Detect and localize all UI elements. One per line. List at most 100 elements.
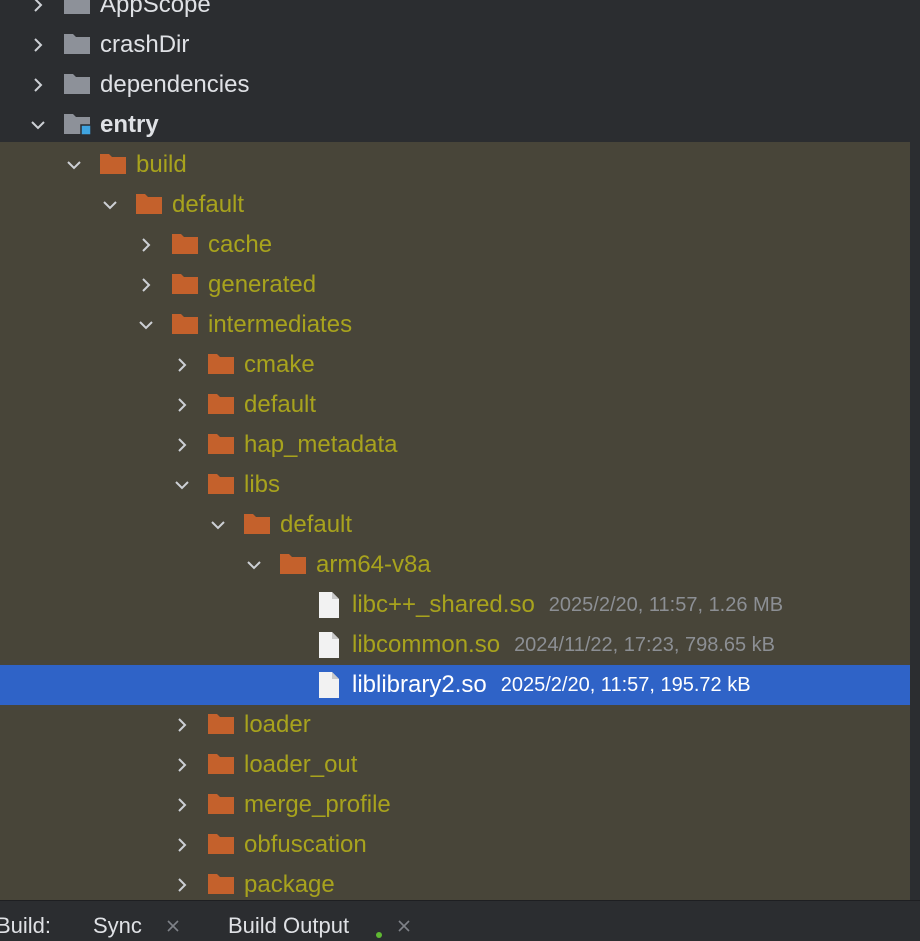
tree-item-label: crashDir: [100, 31, 190, 58]
chevron-down-icon[interactable]: [246, 557, 262, 573]
folder-icon: [207, 832, 235, 856]
folder-icon: [207, 392, 235, 416]
tree-item-folder[interactable]: hap_metadata: [0, 425, 910, 465]
folder-icon: [63, 0, 91, 16]
chevron-down-icon[interactable]: [174, 477, 190, 493]
build-status-dot: [376, 932, 382, 938]
tree-item-folder[interactable]: arm64-v8a: [0, 545, 910, 585]
file-icon: [318, 591, 340, 619]
tree-item-label: loader_out: [244, 751, 358, 778]
tree-item-label: cmake: [244, 351, 315, 378]
folder-icon: [207, 352, 235, 376]
tree-item-folder[interactable]: AppScope: [0, 0, 910, 25]
tree-item-folder[interactable]: obfuscation: [0, 825, 910, 865]
chevron-down-icon[interactable]: [102, 197, 118, 213]
file-meta: 2025/2/20, 11:57, 195.72 kB: [500, 674, 751, 696]
chevron-right-icon[interactable]: [174, 797, 190, 813]
tree-item-folder[interactable]: cmake: [0, 345, 910, 385]
build-label: Build:: [0, 913, 52, 938]
tree-item-label: default: [244, 391, 317, 418]
tree-item-label: build: [136, 151, 187, 178]
tree-item-folder[interactable]: package: [0, 865, 910, 900]
chevron-down-icon[interactable]: [210, 517, 226, 533]
tree-item-file[interactable]: libc++_shared.so 2025/2/20, 11:57, 1.26 M…: [0, 585, 910, 625]
folder-icon: [63, 32, 91, 56]
tree-item-label: libs: [244, 471, 281, 498]
tree-item-label: merge_profile: [244, 791, 391, 818]
file-meta: 2025/2/20, 11:57, 1.26 MB: [548, 594, 784, 616]
folder-icon: [171, 312, 199, 336]
folder-icon: [207, 472, 235, 496]
tree-item-label: arm64-v8a: [316, 551, 431, 578]
tree-item-folder[interactable]: build: [0, 145, 910, 185]
tree-item-folder[interactable]: crashDir: [0, 25, 910, 65]
tree-item-label: generated: [208, 271, 317, 298]
tree-item-label: entry: [100, 111, 159, 138]
tab-sync[interactable]: Sync: [93, 911, 142, 941]
chevron-right-icon[interactable]: [174, 837, 190, 853]
tree-item-folder[interactable]: merge_profile: [0, 785, 910, 825]
chevron-right-icon[interactable]: [138, 237, 154, 253]
tree-item-label: libc++_shared.so: [352, 591, 535, 618]
folder-icon: [207, 872, 235, 896]
folder-icon: [207, 792, 235, 816]
close-icon[interactable]: [397, 919, 411, 933]
tree-item-folder[interactable]: dependencies: [0, 65, 910, 105]
chevron-right-icon[interactable]: [174, 437, 190, 453]
chevron-right-icon[interactable]: [30, 77, 46, 93]
tree-item-label: default: [172, 191, 245, 218]
project-tree: AppScope crashDir dependencies entry build de…: [0, 0, 910, 900]
chevron-right-icon[interactable]: [174, 877, 190, 893]
folder-icon: [279, 552, 307, 576]
chevron-right-icon[interactable]: [138, 277, 154, 293]
module-folder-icon: [63, 112, 91, 136]
folder-icon: [207, 432, 235, 456]
tree-item-folder[interactable]: loader: [0, 705, 910, 745]
chevron-right-icon[interactable]: [174, 717, 190, 733]
tree-item-folder[interactable]: default: [0, 385, 910, 425]
tree-item-folder[interactable]: libs: [0, 465, 910, 505]
tree-item-folder[interactable]: cache: [0, 225, 910, 265]
chevron-right-icon[interactable]: [30, 37, 46, 53]
tree-item-label: liblibrary2.so: [352, 671, 487, 698]
chevron-right-icon[interactable]: [30, 0, 46, 13]
folder-icon: [135, 192, 163, 216]
tree-item-label: dependencies: [100, 71, 250, 98]
tree-item-label: libcommon.so: [352, 631, 501, 658]
tree-item-file[interactable]: libcommon.so 2024/11/22, 17:23, 798.65 kB: [0, 625, 910, 665]
tree-item-label: loader: [244, 711, 311, 738]
file-meta: 2024/11/22, 17:23, 798.65 kB: [514, 634, 776, 656]
file-icon: [318, 631, 340, 659]
folder-icon: [99, 152, 127, 176]
tree-item-label: cache: [208, 231, 273, 258]
tree-item-label: package: [244, 871, 335, 898]
chevron-right-icon[interactable]: [174, 397, 190, 413]
tree-item-label: AppScope: [100, 0, 211, 18]
chevron-down-icon[interactable]: [30, 117, 46, 133]
folder-icon: [171, 272, 199, 296]
tree-item-label: intermediates: [208, 311, 353, 338]
folder-icon: [243, 512, 271, 536]
chevron-down-icon[interactable]: [66, 157, 82, 173]
folder-icon: [63, 72, 91, 96]
tree-item-label: obfuscation: [244, 831, 367, 858]
tree-item-folder[interactable]: default: [0, 185, 910, 225]
build-tool-window-bar: Build: Sync Build Output: [0, 900, 920, 938]
tree-item-folder[interactable]: loader_out: [0, 745, 910, 785]
chevron-right-icon[interactable]: [174, 757, 190, 773]
folder-icon: [207, 712, 235, 736]
tree-item-folder[interactable]: intermediates: [0, 305, 910, 345]
folder-icon: [207, 752, 235, 776]
tree-item-label: default: [280, 511, 353, 538]
tree-item-folder[interactable]: default: [0, 505, 910, 545]
chevron-down-icon[interactable]: [138, 317, 154, 333]
tree-item-folder[interactable]: entry: [0, 105, 910, 145]
tree-item-file[interactable]: liblibrary2.so 2025/2/20, 11:57, 195.72 k…: [0, 665, 910, 705]
tab-build-output[interactable]: Build Output: [228, 911, 349, 941]
tree-item-label: hap_metadata: [244, 431, 398, 458]
close-icon[interactable]: [166, 919, 180, 933]
file-icon: [318, 671, 340, 699]
chevron-right-icon[interactable]: [174, 357, 190, 373]
tree-item-folder[interactable]: generated: [0, 265, 910, 305]
folder-icon: [171, 232, 199, 256]
